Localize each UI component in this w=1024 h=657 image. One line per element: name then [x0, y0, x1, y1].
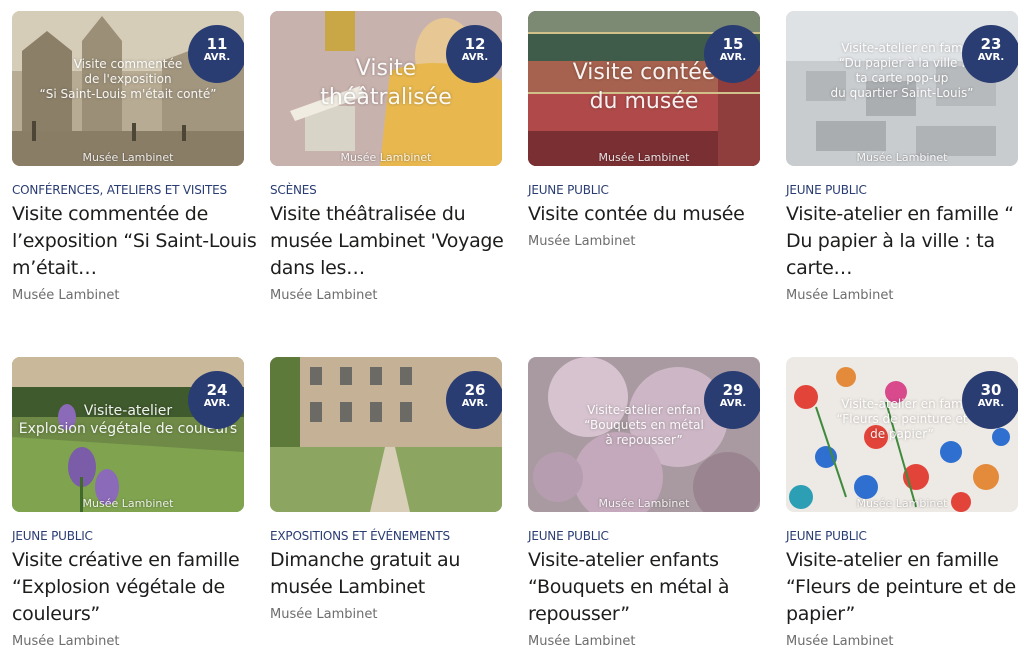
events-grid: Visite commentée de l'exposition “Si Sai…	[0, 0, 1024, 657]
date-day: 11	[206, 35, 228, 53]
event-card[interactable]: Visite contée du musée Musée Lambinet 15…	[528, 11, 760, 249]
date-badge: 15 AVR.	[704, 25, 760, 83]
event-title[interactable]: Visite créative en famille “Explosion vé…	[12, 547, 257, 628]
date-badge: 29 AVR.	[704, 371, 760, 429]
image-watermark: Musée Lambinet	[340, 151, 432, 164]
event-venue: Musée Lambinet	[528, 234, 636, 249]
date-month: AVR.	[461, 398, 489, 409]
event-title[interactable]: Visite théâtralisée du musée Lambinet 'V…	[270, 201, 515, 282]
event-category: Jeune public	[528, 183, 609, 197]
event-category: Jeune public	[786, 183, 867, 197]
overlay-line: théâtralisée	[320, 84, 452, 110]
event-category: Jeune public	[786, 529, 867, 543]
event-title[interactable]: Visite commentée de l’exposition “Si Sai…	[12, 201, 257, 282]
date-day: 29	[722, 381, 744, 399]
overlay-line: du musée	[589, 88, 699, 114]
date-badge: 23 AVR.	[962, 25, 1018, 83]
event-image[interactable]: Visite théâtralisée Musée Lambinet 12 AV…	[270, 11, 502, 166]
overlay-line: de papier”	[870, 427, 934, 441]
event-venue: Musée Lambinet	[12, 288, 120, 303]
event-category: Scènes	[270, 183, 317, 197]
event-image[interactable]: Visite commentée de l'exposition “Si Sai…	[12, 11, 244, 166]
event-card[interactable]: Visite-atelier en fam “Du papier à la vi…	[786, 11, 1018, 303]
event-image[interactable]: Visite-atelier enfan “Bouquets en métal …	[528, 357, 760, 512]
image-watermark: Musée Lambinet	[82, 151, 174, 164]
event-title[interactable]: Visite contée du musée	[528, 201, 773, 228]
date-month: AVR.	[719, 398, 747, 409]
date-month: AVR.	[461, 52, 489, 63]
event-venue: Musée Lambinet	[12, 634, 120, 649]
event-image[interactable]: Visite-atelier en fam “Fleurs de peintur…	[786, 357, 1018, 512]
event-venue: Musée Lambinet	[786, 288, 894, 303]
date-badge: 11 AVR.	[188, 25, 244, 83]
image-watermark: Musée Lambinet	[82, 497, 174, 510]
date-badge: 24 AVR.	[188, 371, 244, 429]
date-day: 23	[980, 35, 1002, 53]
event-category: Jeune public	[12, 529, 93, 543]
event-category: Jeune public	[528, 529, 609, 543]
event-title[interactable]: Visite-atelier en famille “ Du papier à …	[786, 201, 1024, 282]
image-watermark: Musée Lambinet	[856, 497, 948, 510]
event-category: Conférences, ateliers et visites	[12, 183, 227, 197]
event-venue: Musée Lambinet	[786, 634, 894, 649]
event-card[interactable]: Visite-atelier en fam “Fleurs de peintur…	[786, 357, 1018, 649]
event-title[interactable]: Visite-atelier en famille “Fleurs de pei…	[786, 547, 1024, 628]
image-watermark: Musée Lambinet	[598, 497, 690, 510]
date-badge: 12 AVR.	[446, 25, 502, 83]
date-day: 15	[722, 35, 744, 53]
event-card[interactable]: 26 AVR. Expositions et événements Dimanc…	[270, 357, 502, 622]
event-title[interactable]: Dimanche gratuit au musée Lambinet	[270, 547, 515, 601]
event-card[interactable]: Visite commentée de l'exposition “Si Sai…	[12, 11, 257, 303]
date-month: AVR.	[203, 398, 231, 409]
event-card[interactable]: Visite-atelier enfan “Bouquets en métal …	[528, 357, 760, 649]
event-venue: Musée Lambinet	[270, 288, 378, 303]
date-day: 24	[206, 381, 228, 399]
event-category: Expositions et événements	[270, 529, 450, 543]
image-watermark: Musée Lambinet	[598, 151, 690, 164]
date-month: AVR.	[203, 52, 231, 63]
date-badge: 26 AVR.	[446, 371, 502, 429]
event-venue: Musée Lambinet	[270, 607, 378, 622]
date-month: AVR.	[977, 398, 1005, 409]
image-watermark: Musée Lambinet	[856, 151, 948, 164]
event-image[interactable]: Visite contée du musée Musée Lambinet 15…	[528, 11, 760, 166]
date-month: AVR.	[977, 52, 1005, 63]
overlay-line: “Si Saint-Louis m'était conté”	[39, 87, 217, 101]
event-venue: Musée Lambinet	[528, 634, 636, 649]
date-day: 12	[464, 35, 486, 53]
date-day: 26	[464, 381, 486, 399]
event-card[interactable]: Visite-atelier Explosion végétale de cou…	[12, 357, 244, 649]
event-image[interactable]: Visite-atelier Explosion végétale de cou…	[12, 357, 244, 512]
event-title[interactable]: Visite-atelier enfants “Bouquets en méta…	[528, 547, 773, 628]
event-card[interactable]: Visite théâtralisée Musée Lambinet 12 AV…	[270, 11, 504, 303]
date-month: AVR.	[719, 52, 747, 63]
overlay-line: à repousser”	[605, 433, 683, 447]
date-badge: 30 AVR.	[962, 371, 1018, 429]
event-image[interactable]: Visite-atelier en fam “Du papier à la vi…	[786, 11, 1018, 166]
date-day: 30	[980, 381, 1002, 399]
overlay-line: du quartier Saint-Louis”	[830, 86, 974, 100]
event-image[interactable]: 26 AVR.	[270, 357, 502, 512]
